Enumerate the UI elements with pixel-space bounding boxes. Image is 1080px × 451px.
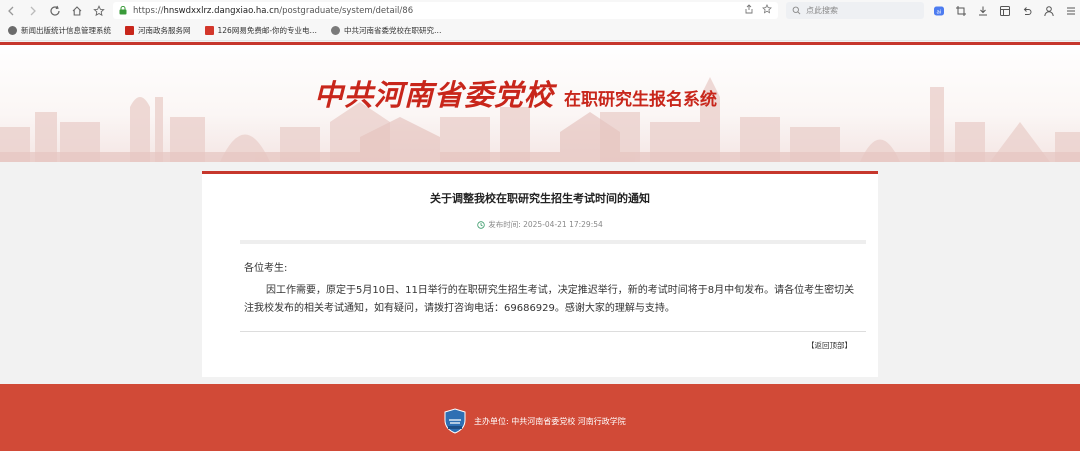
menu-button[interactable] (1060, 0, 1080, 21)
browser-tools: ai (928, 0, 1080, 21)
police-badge-icon[interactable] (444, 408, 466, 434)
globe-icon (8, 26, 17, 35)
mail-icon (204, 26, 214, 35)
bookmark-label: 河南政务服务网 (138, 26, 191, 35)
search-icon (792, 6, 801, 15)
forward-arrow-icon (30, 6, 36, 15)
banner-title: 中共河南省委党校 在职研究生报名系统 (314, 72, 717, 114)
footer-info: 主办单位: 中共河南省委党校 河南行政学院 (444, 408, 626, 434)
download-icon (979, 6, 987, 15)
crop-icon (956, 5, 966, 16)
article-body: 各位考生: 因工作需要，原定于5月10日、11日举行的在职研究生招生考试，决定推… (244, 260, 864, 318)
footer-host-text: 主办单位: 中共河南省委党校 河南行政学院 (474, 416, 626, 426)
gov-emblem-icon (125, 26, 134, 35)
undo-button[interactable] (1016, 0, 1038, 21)
download-button[interactable] (972, 0, 994, 21)
globe-icon (331, 26, 341, 35)
svg-text:ai: ai (937, 9, 942, 15)
browser-toolbar: https://hnswdxxlrz.dangxiao.ha.cn/postgr… (0, 0, 1080, 21)
back-to-top-link[interactable]: 【返回顶部】 (807, 340, 852, 351)
star-icon (93, 4, 105, 16)
home-icon (72, 5, 82, 16)
forward-button[interactable] (22, 0, 44, 21)
publish-time-text: 发布时间: 2025-04-21 17:29:54 (488, 220, 603, 229)
article-paragraph: 因工作需要，原定于5月10日、11日举行的在职研究生招生考试，决定推迟举行，新的… (244, 285, 855, 314)
site-title-sub: 在职研究生报名系统 (564, 90, 718, 110)
site-banner: 中共河南省委党校 在职研究生报名系统 (0, 42, 1080, 162)
url-text: https://hnswdxxlrz.dangxiao.ha.cn/postgr… (133, 6, 413, 16)
collections-button[interactable] (994, 0, 1016, 21)
undo-icon (1023, 6, 1032, 15)
url-path: /postgraduate/system/detail/86 (279, 5, 414, 16)
bookmark-label: 126网易免费邮-你的专业电… (217, 26, 318, 35)
article-header-divider (240, 240, 866, 244)
article-publish-time: 发布时间: 2025-04-21 17:29:54 (202, 219, 878, 230)
home-button[interactable] (66, 0, 88, 21)
site-title-main: 中共河南省委党校 (314, 78, 555, 112)
screenshot-button[interactable] (950, 0, 972, 21)
article-greeting: 各位考生: (244, 263, 288, 274)
article-title: 关于调整我校在职研究生招生考试时间的通知 (430, 192, 650, 205)
browser-search-box[interactable]: 点此搜索 (786, 2, 924, 19)
user-icon (1044, 5, 1054, 16)
article-footer-divider (240, 331, 866, 332)
site-footer: 主办单位: 中共河南省委党校 河南行政学院 (0, 384, 1080, 451)
ai-assistant-button[interactable]: ai (928, 0, 950, 21)
bookmark-item-stats[interactable]: 新闻出版统计信息管理系统 (8, 25, 111, 36)
bookmark-star-button[interactable] (88, 0, 110, 21)
back-button[interactable] (0, 0, 22, 21)
address-bar-actions (744, 4, 772, 14)
bookmark-item-gov-services[interactable]: 河南政务服务网 (125, 25, 191, 36)
bookmarks-bar: 新闻出版统计信息管理系统 河南政务服务网 126网易免费邮-你的专业电… 中共河… (0, 21, 1080, 41)
back-arrow-icon (8, 6, 14, 15)
favorite-star-icon[interactable] (762, 4, 772, 14)
reload-icon (50, 5, 60, 16)
address-bar[interactable]: https://hnswdxxlrz.dangxiao.ha.cn/postgr… (113, 2, 778, 19)
search-placeholder: 点此搜索 (806, 6, 838, 15)
ai-assistant-icon: ai (934, 6, 944, 15)
url-host: hnswdxxlrz.dangxiao.ha.cn (163, 5, 280, 16)
bookmark-item-party-school[interactable]: 中共河南省委党校在职研究… (331, 25, 442, 36)
reload-button[interactable] (44, 0, 66, 21)
share-icon[interactable] (744, 4, 754, 14)
lock-icon (119, 6, 127, 15)
nav-group (0, 0, 110, 21)
account-button[interactable] (1038, 0, 1060, 21)
collections-icon (1000, 5, 1010, 16)
banner-top-line (0, 42, 1080, 45)
url-prefix: https:// (133, 5, 164, 16)
clock-icon (477, 220, 485, 229)
notice-article: 关于调整我校在职研究生招生考试时间的通知 发布时间: 2025-04-21 17… (202, 171, 878, 377)
bookmark-label: 新闻出版统计信息管理系统 (21, 26, 111, 35)
bookmark-label: 中共河南省委党校在职研究… (344, 26, 442, 35)
menu-icon (1067, 7, 1075, 14)
bookmark-item-126-mail[interactable]: 126网易免费邮-你的专业电… (204, 25, 318, 36)
